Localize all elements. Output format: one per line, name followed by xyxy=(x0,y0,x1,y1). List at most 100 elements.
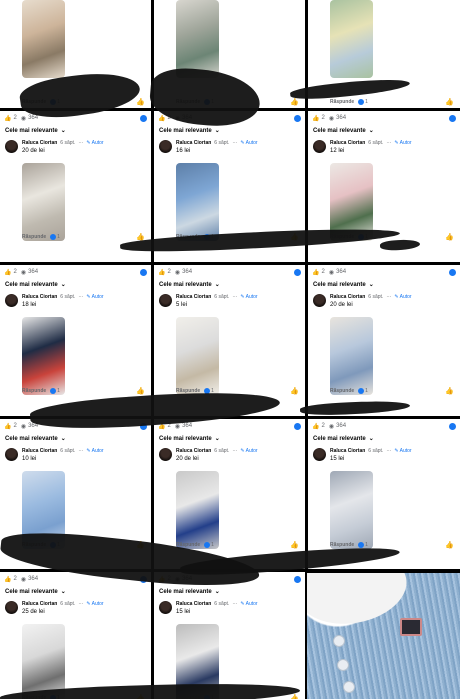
messenger-icon[interactable] xyxy=(294,268,301,276)
author-name[interactable]: Raluca Ciortan xyxy=(330,448,365,454)
author-name[interactable]: Raluca Ciortan xyxy=(176,294,211,300)
like-reaction[interactable]: 👍2 xyxy=(312,115,325,122)
more-icon[interactable]: ··· xyxy=(232,140,237,146)
price-text: 16 lei xyxy=(176,148,191,154)
sort-dropdown[interactable]: Cele mai relevante ⌄ xyxy=(5,588,66,596)
comment-time[interactable]: 6 săpt. xyxy=(214,294,229,300)
more-icon[interactable]: ··· xyxy=(232,601,237,607)
sort-dropdown[interactable]: Cele mai relevante ⌄ xyxy=(5,435,66,443)
avatar[interactable] xyxy=(5,140,18,153)
reply-button[interactable]: Răspunde xyxy=(330,542,354,548)
messenger-icon[interactable] xyxy=(294,575,301,583)
thumbs-up-icon[interactable]: 👍 xyxy=(290,387,299,395)
author-name[interactable]: Raluca Ciortan xyxy=(330,140,365,146)
thumbs-up-icon[interactable]: 👍 xyxy=(290,694,299,699)
thumbs-up-icon[interactable]: 👍 xyxy=(445,233,454,241)
sort-dropdown[interactable]: Cele mai relevante ⌄ xyxy=(159,127,220,135)
reply-button[interactable]: Răspunde xyxy=(22,388,46,394)
author-name[interactable]: Raluca Ciortan xyxy=(176,601,211,607)
thumbs-up-icon[interactable]: 👍 xyxy=(136,98,145,106)
messenger-icon[interactable] xyxy=(140,114,147,122)
messenger-icon[interactable] xyxy=(294,114,301,122)
reply-button[interactable]: Răspunde xyxy=(330,99,354,105)
clothing-photo[interactable] xyxy=(22,317,65,395)
clothing-photo[interactable] xyxy=(330,471,373,549)
more-icon[interactable]: ··· xyxy=(78,294,83,300)
more-icon[interactable]: ··· xyxy=(78,140,83,146)
clothing-photo[interactable] xyxy=(176,163,219,241)
comment-time[interactable]: 6 săpt. xyxy=(60,294,75,300)
sort-dropdown[interactable]: Cele mai relevante ⌄ xyxy=(5,281,66,289)
author-name[interactable]: Raluca Ciortan xyxy=(22,140,57,146)
comment-time[interactable]: 6 săpt. xyxy=(60,448,75,454)
comment-time[interactable]: 6 săpt. xyxy=(214,140,229,146)
more-icon[interactable]: ··· xyxy=(78,448,83,454)
comment-time[interactable]: 6 săpt. xyxy=(214,601,229,607)
reply-button[interactable]: Răspunde xyxy=(22,234,46,240)
more-icon[interactable]: ··· xyxy=(232,294,237,300)
thumbs-up-icon[interactable]: 👍 xyxy=(290,98,299,106)
thumbs-up-icon[interactable]: 👍 xyxy=(445,541,454,549)
like-reaction[interactable]: 👍2 xyxy=(312,423,325,430)
like-reaction[interactable]: 👍2 xyxy=(4,576,17,583)
sort-dropdown[interactable]: Cele mai relevante ⌄ xyxy=(159,588,220,596)
thumbs-up-icon[interactable]: 👍 xyxy=(445,98,454,106)
more-icon[interactable]: ··· xyxy=(386,140,391,146)
avatar[interactable] xyxy=(5,601,18,614)
comment-time[interactable]: 6 săpt. xyxy=(60,601,75,607)
sort-dropdown[interactable]: Cele mai relevante ⌄ xyxy=(159,435,220,443)
author-name[interactable]: Raluca Ciortan xyxy=(22,294,57,300)
more-icon[interactable]: ··· xyxy=(386,448,391,454)
messenger-icon[interactable] xyxy=(449,422,456,430)
comment-time[interactable]: 6 săpt. xyxy=(368,448,383,454)
avatar[interactable] xyxy=(5,294,18,307)
like-reaction[interactable]: 👍2 xyxy=(4,115,17,122)
more-icon[interactable]: ··· xyxy=(386,294,391,300)
like-reaction[interactable]: 👍2 xyxy=(4,269,17,276)
comment-time[interactable]: 6 săpt. xyxy=(368,294,383,300)
avatar[interactable] xyxy=(159,294,172,307)
avatar[interactable] xyxy=(5,448,18,461)
messenger-icon[interactable] xyxy=(294,422,301,430)
avatar[interactable] xyxy=(313,140,326,153)
clothing-photo[interactable] xyxy=(330,317,373,395)
avatar[interactable] xyxy=(313,448,326,461)
clothing-photo[interactable] xyxy=(22,163,65,241)
clothing-photo[interactable] xyxy=(176,317,219,395)
sort-dropdown[interactable]: Cele mai relevante ⌄ xyxy=(159,281,220,289)
sort-dropdown[interactable]: Cele mai relevante ⌄ xyxy=(5,127,66,135)
more-icon[interactable]: ··· xyxy=(78,601,83,607)
avatar[interactable] xyxy=(313,294,326,307)
author-name[interactable]: Raluca Ciortan xyxy=(330,294,365,300)
more-icon[interactable]: ··· xyxy=(232,448,237,454)
thumbs-up-icon[interactable]: 👍 xyxy=(445,387,454,395)
author-name[interactable]: Raluca Ciortan xyxy=(176,448,211,454)
sort-dropdown[interactable]: Cele mai relevante ⌄ xyxy=(313,281,374,289)
avatar[interactable] xyxy=(159,140,172,153)
like-reaction[interactable]: 👍2 xyxy=(312,269,325,276)
author-name[interactable]: Raluca Ciortan xyxy=(22,448,57,454)
comment-time[interactable]: 6 săpt. xyxy=(60,140,75,146)
messenger-icon[interactable] xyxy=(140,268,147,276)
author-name[interactable]: Raluca Ciortan xyxy=(176,140,211,146)
clothing-photo[interactable] xyxy=(176,0,219,78)
messenger-icon[interactable] xyxy=(449,268,456,276)
clothing-photo[interactable] xyxy=(330,0,373,78)
clothing-photo[interactable] xyxy=(22,0,65,78)
like-icon: 👍 xyxy=(158,115,166,122)
like-reaction[interactable]: 👍2 xyxy=(4,423,17,430)
like-reaction[interactable]: 👍2 xyxy=(158,269,171,276)
thumbs-up-icon[interactable]: 👍 xyxy=(290,541,299,549)
author-name[interactable]: Raluca Ciortan xyxy=(22,601,57,607)
sort-dropdown[interactable]: Cele mai relevante ⌄ xyxy=(313,435,374,443)
clothing-photo[interactable] xyxy=(176,471,219,549)
comment-time[interactable]: 6 săpt. xyxy=(368,140,383,146)
clothing-photo[interactable] xyxy=(22,624,65,699)
avatar[interactable] xyxy=(159,601,172,614)
sort-dropdown[interactable]: Cele mai relevante ⌄ xyxy=(313,127,374,135)
avatar[interactable] xyxy=(159,448,172,461)
thumbs-up-icon[interactable]: 👍 xyxy=(136,387,145,395)
reply-button[interactable]: Răspunde xyxy=(330,388,354,394)
comment-time[interactable]: 6 săpt. xyxy=(214,448,229,454)
messenger-icon[interactable] xyxy=(449,114,456,122)
